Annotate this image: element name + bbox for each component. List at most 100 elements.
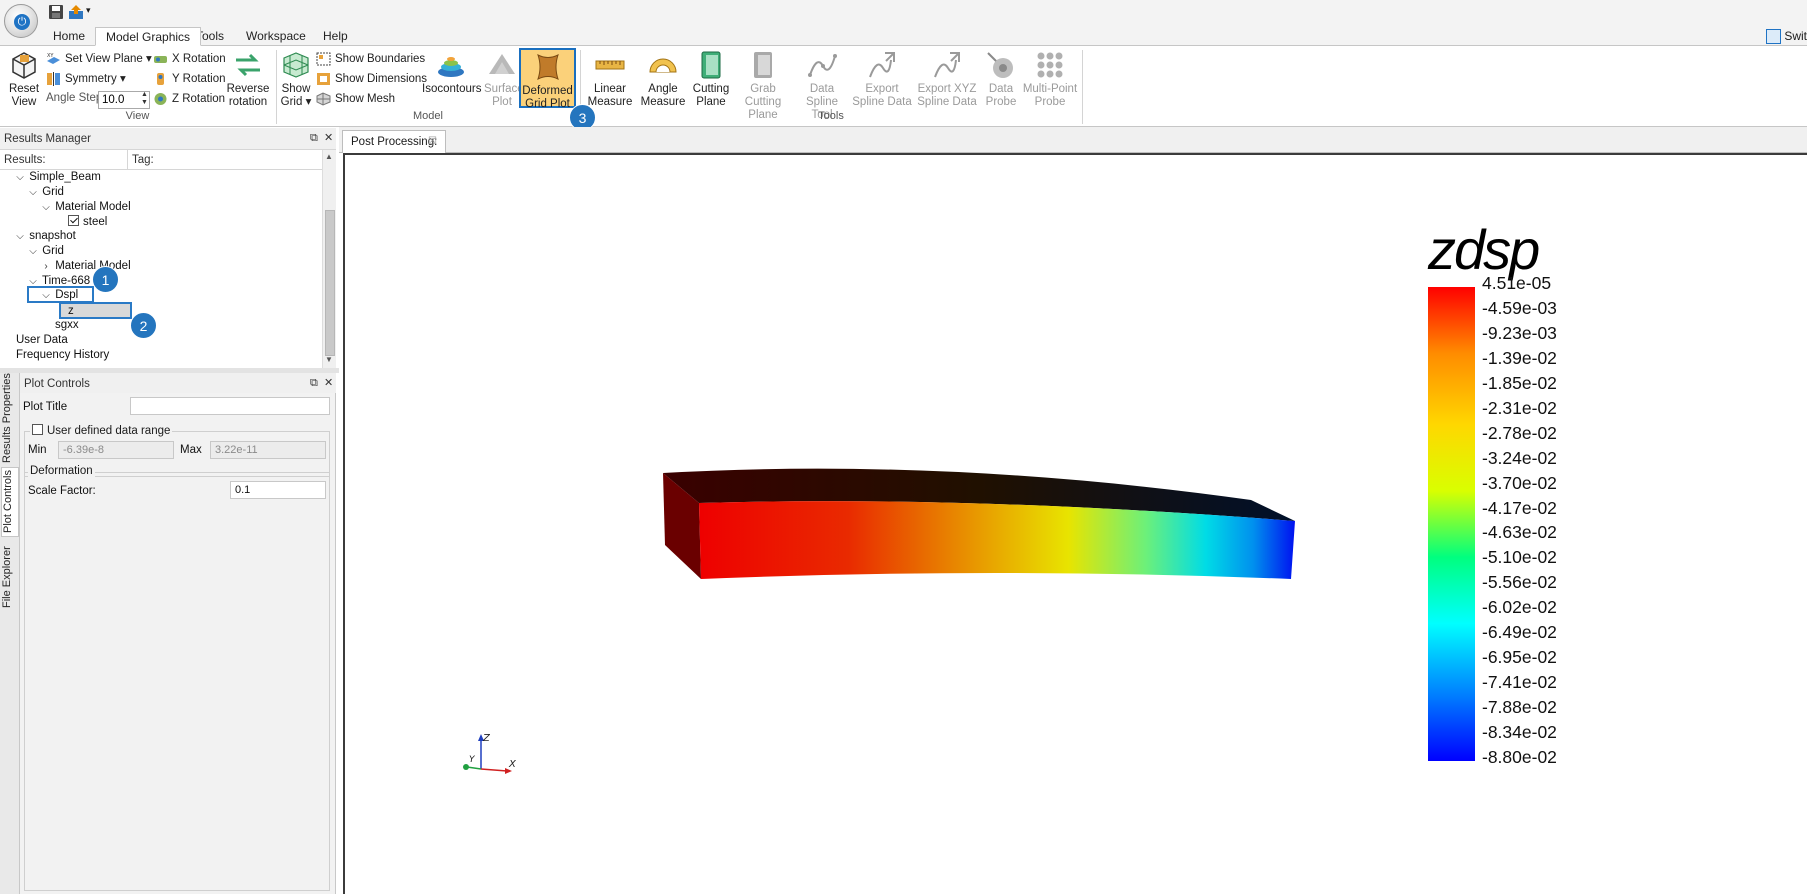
reverse-rotation-button[interactable]: Reverse rotation — [226, 48, 270, 108]
multi-point-probe-label: Multi-Point Probe — [1022, 83, 1078, 108]
quick-access-dropdown-icon[interactable]: ▾ — [86, 5, 91, 16]
triad-x-label: X — [508, 759, 517, 770]
multi-point-probe-button[interactable]: Multi-Point Probe — [1022, 48, 1078, 108]
grab-cutting-plane-button[interactable]: Grab Cutting Plane — [733, 48, 793, 121]
tree-node-sgxx[interactable]: sgxx — [55, 318, 79, 333]
chevron-right-icon[interactable]: › — [40, 259, 52, 274]
scale-bar-tick-label: -7.88e-02 — [1482, 697, 1557, 718]
title-bar: ⏻ ▾ Home Model Graphics Tools Workspace … — [0, 0, 1807, 46]
color-scale-bar — [1428, 287, 1475, 761]
tree-node-material-model[interactable]: ⌵ Material Model — [40, 200, 130, 215]
steel-checkbox[interactable] — [68, 215, 79, 226]
scale-bar-tick-label: -2.78e-02 — [1482, 422, 1557, 443]
switch-button[interactable]: Swit — [1764, 27, 1807, 45]
tab-plot-controls[interactable]: Plot Controls — [1, 467, 19, 537]
tab-home[interactable]: Home — [43, 27, 95, 46]
document-tab-bar: Post Processing: ☒ — [339, 127, 1807, 153]
user-defined-range-checkbox[interactable] — [32, 424, 43, 435]
tab-file-explorer[interactable]: File Explorer — [1, 545, 19, 609]
plot-controls-body: Plot Title User defined data range Min -… — [20, 393, 336, 894]
y-rotation-label: Y Rotation — [172, 73, 226, 85]
view-plane-icon: XY — [47, 53, 60, 64]
post-processing-tab-label: Post Processing: — [351, 136, 438, 148]
ribbon-separator — [1082, 50, 1083, 124]
z-rotation-button[interactable]: Z Rotation — [153, 90, 225, 108]
max-input[interactable]: 3.22e-11 — [210, 441, 326, 459]
tree-node-snapshot[interactable]: ⌵ snapshot — [14, 229, 76, 244]
set-view-plane-button[interactable]: XY Set View Plane ▾ — [46, 50, 152, 68]
tab-help[interactable]: Help — [313, 27, 358, 46]
linear-measure-button[interactable]: Linear Measure — [586, 48, 634, 108]
tree-node-user-data[interactable]: User Data — [16, 333, 68, 348]
export-icon[interactable] — [68, 4, 84, 20]
show-mesh-label: Show Mesh — [335, 93, 396, 105]
float-panel-icon[interactable]: ⧉ — [310, 133, 321, 144]
linear-measure-label: Linear Measure — [587, 83, 633, 108]
data-spline-tool-button[interactable]: Data Spline Tool — [795, 48, 849, 121]
angle-measure-button[interactable]: Angle Measure — [639, 48, 687, 108]
tab-workspace[interactable]: Workspace — [236, 27, 316, 46]
tab-post-processing[interactable]: Post Processing: ☒ — [342, 130, 446, 153]
float-panel-icon[interactable]: ⧉ — [310, 378, 321, 389]
surface-plot-button[interactable]: Surface Plot — [484, 48, 524, 108]
show-boundaries-button[interactable]: Show Boundaries — [316, 50, 425, 68]
show-grid-button[interactable]: Show Grid ▾ — [279, 48, 313, 108]
scale-factor-input[interactable]: 0.1 — [230, 481, 326, 499]
scroll-thumb[interactable] — [325, 210, 335, 356]
chevron-down-icon[interactable]: ⌵ — [14, 229, 26, 244]
tab-results-properties[interactable]: Results Properties — [1, 373, 19, 463]
app-menu-button[interactable]: ⏻ — [4, 4, 38, 38]
tag-column[interactable]: Tag: — [128, 150, 322, 170]
close-panel-icon[interactable]: ✕ — [324, 133, 335, 144]
tree-node-frequency-history[interactable]: Frequency History — [16, 348, 109, 363]
reverse-rotation-icon — [236, 53, 260, 77]
isocontours-button[interactable]: Isocontours — [422, 48, 482, 108]
export-xyz-spline-data-button[interactable]: Export XYZ Spline Data — [916, 48, 978, 108]
chevron-down-icon[interactable]: ⌵ — [14, 170, 26, 185]
plot-title-input[interactable] — [130, 397, 330, 415]
y-rotation-button[interactable]: Y Rotation — [153, 70, 226, 88]
reset-view-button[interactable]: Reset View — [4, 48, 44, 108]
results-manager-title: Results Manager — [4, 133, 91, 145]
chevron-down-icon[interactable]: ⌵ — [27, 244, 39, 259]
deformed-grid-plot-button[interactable]: Deformed Grid Plot — [519, 48, 576, 110]
symmetry-label: Symmetry — [65, 73, 117, 85]
min-input[interactable]: -6.39e-8 — [58, 441, 174, 459]
symmetry-button[interactable]: Symmetry ▾ — [46, 70, 126, 88]
scale-bar-tick-label: -8.34e-02 — [1482, 722, 1557, 743]
chevron-down-icon[interactable]: ⌵ — [40, 200, 52, 215]
plot-controls-header: Plot Controls — [20, 373, 336, 395]
y-rotation-icon — [157, 73, 164, 85]
grab-cutting-plane-icon — [754, 52, 772, 78]
ruler-icon — [595, 60, 625, 70]
close-panel-icon[interactable]: ✕ — [324, 378, 335, 389]
close-tab-icon[interactable]: ☒ — [428, 131, 437, 153]
show-mesh-button[interactable]: Show Mesh — [316, 90, 395, 108]
show-dimensions-button[interactable]: Show Dimensions — [316, 70, 427, 88]
scale-bar-tick-label: -2.31e-02 — [1482, 397, 1557, 418]
protractor-icon — [649, 58, 677, 73]
tree-node-simple-beam[interactable]: ⌵ Simple_Beam — [14, 170, 101, 185]
tab-model-graphics[interactable]: Model Graphics — [95, 27, 202, 46]
tree-node-grid[interactable]: ⌵ Grid — [27, 185, 64, 200]
scroll-down-icon[interactable]: ▼ — [325, 355, 333, 364]
tree-node-grid[interactable]: ⌵ Grid — [27, 244, 64, 259]
cutting-plane-button[interactable]: Cutting Plane — [689, 48, 733, 108]
isocontours-label: Isocontours — [422, 83, 482, 95]
results-scrollbar[interactable]: ▲ ▼ — [322, 150, 336, 368]
save-icon[interactable] — [48, 4, 64, 20]
export-spline-data-button[interactable]: Export Spline Data — [852, 48, 912, 108]
data-probe-button[interactable]: Data Probe — [982, 48, 1020, 108]
scroll-up-icon[interactable]: ▲ — [325, 152, 333, 161]
show-grid-label: Show Grid — [280, 83, 311, 108]
callout-2: 2 — [130, 312, 157, 339]
angle-step-spinner-icon[interactable]: ▲ ▼ — [141, 91, 148, 107]
results-tree: ⌵ Simple_Beam ⌵ Grid ⌵ Material Model st… — [0, 170, 322, 368]
scale-bar-title: zdsp — [1428, 218, 1540, 281]
export-spline-data-label: Export Spline Data — [852, 83, 912, 108]
z-rotation-label: Z Rotation — [172, 93, 226, 105]
tree-node-steel[interactable]: steel — [68, 215, 107, 230]
results-column[interactable]: Results: — [0, 150, 128, 170]
x-rotation-button[interactable]: X Rotation — [153, 50, 226, 68]
chevron-down-icon[interactable]: ⌵ — [27, 185, 39, 200]
